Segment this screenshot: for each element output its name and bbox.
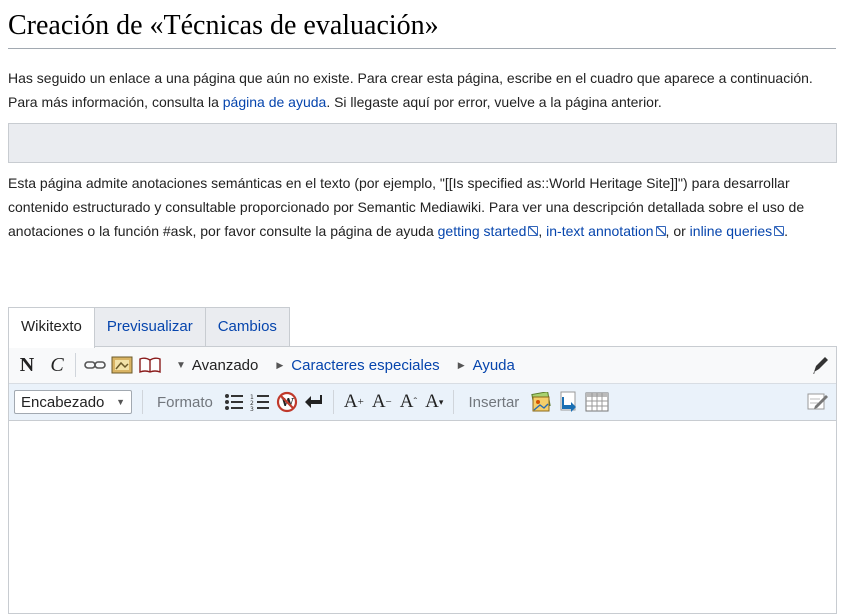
caret-up-icon: ˆ — [413, 396, 418, 408]
inline-queries-link[interactable]: inline queries — [690, 223, 785, 239]
tab-changes[interactable]: Cambios — [204, 307, 290, 347]
plus-icon: + — [357, 396, 364, 408]
editor-tabs: Wikitexto Previsualizar Cambios — [8, 307, 290, 348]
caret-down-icon: ▾ — [438, 396, 444, 407]
heading-select[interactable]: Encabezado ▼ — [14, 390, 132, 414]
heading-select-value: Encabezado — [21, 393, 105, 411]
in-text-annotation-link[interactable]: in-text annotation — [546, 223, 665, 239]
insert-image-icon[interactable] — [527, 392, 555, 412]
help-page-link[interactable]: página de ayuda — [223, 94, 327, 110]
svg-text:3: 3 — [250, 406, 254, 411]
numbered-list-icon[interactable]: 123 — [247, 393, 273, 411]
newline-icon[interactable] — [301, 394, 327, 410]
toolbar-divider — [142, 390, 143, 414]
subscript-button[interactable]: A ▾ — [425, 391, 443, 413]
getting-started-link[interactable]: getting started — [438, 223, 539, 239]
pencil-icon[interactable] — [810, 355, 830, 375]
small-text-button[interactable]: A − — [372, 391, 392, 413]
toolbar-divider — [332, 390, 334, 414]
tab-preview[interactable]: Previsualizar — [93, 307, 206, 347]
bold-button[interactable]: N — [15, 354, 39, 377]
intro-text-2: . Si llegaste aquí por error, vuelve a l… — [326, 94, 662, 110]
notice-box — [8, 123, 837, 163]
chevron-down-icon: ▼ — [116, 397, 125, 407]
insert-group-label: Insertar — [468, 393, 520, 411]
nowiki-icon[interactable]: W — [273, 391, 301, 413]
small-text-letter: A — [371, 391, 386, 412]
main-toolbar: N C ▼ Avanzado ▶ Caracteres especiales ▶… — [9, 347, 836, 384]
big-text-button[interactable]: A + — [344, 391, 364, 413]
image-icon[interactable] — [108, 356, 136, 374]
italic-button[interactable]: C — [45, 354, 69, 377]
book-icon[interactable] — [136, 356, 164, 374]
superscript-button[interactable]: Aˆ — [400, 391, 417, 413]
semantic-sep-1: , — [538, 223, 547, 239]
toolbar-divider — [75, 353, 76, 377]
minus-icon: − — [385, 396, 392, 408]
big-text-letter: A — [343, 391, 358, 412]
bulleted-list-icon[interactable] — [221, 393, 247, 411]
semantic-end: . — [784, 223, 789, 239]
link-icon[interactable] — [82, 359, 108, 371]
intro-paragraph: Has seguido un enlace a una página que a… — [8, 66, 838, 114]
superscript-letter: A — [399, 391, 414, 412]
chevron-down-icon: ▼ — [176, 359, 186, 371]
help-menu[interactable]: Ayuda — [473, 357, 515, 374]
tab-wikitext[interactable]: Wikitexto — [8, 307, 95, 348]
signature-icon[interactable] — [806, 391, 830, 411]
wikitext-textarea[interactable] — [9, 421, 836, 613]
toolbar-divider — [453, 390, 455, 414]
advanced-menu[interactable]: Avanzado — [192, 357, 258, 374]
semantic-paragraph: Esta página admite anotaciones semántica… — [8, 171, 838, 243]
semantic-sep-2: , or — [665, 223, 690, 239]
chevron-right-icon: ▶ — [457, 359, 465, 370]
edit-editor: N C ▼ Avanzado ▶ Caracteres especiales ▶… — [8, 346, 837, 614]
special-characters-menu[interactable]: Caracteres especiales — [291, 357, 439, 374]
page-title: Creación de «Técnicas de evaluación» — [8, 4, 836, 49]
format-group-label: Formato — [157, 393, 213, 411]
redirect-icon[interactable] — [555, 391, 583, 413]
subscript-letter: A — [425, 391, 439, 412]
chevron-right-icon: ▶ — [276, 359, 284, 370]
table-icon[interactable] — [583, 392, 611, 412]
advanced-toolbar: Encabezado ▼ Formato 123 W A+ A− Aˆ A▾ I… — [9, 384, 836, 421]
